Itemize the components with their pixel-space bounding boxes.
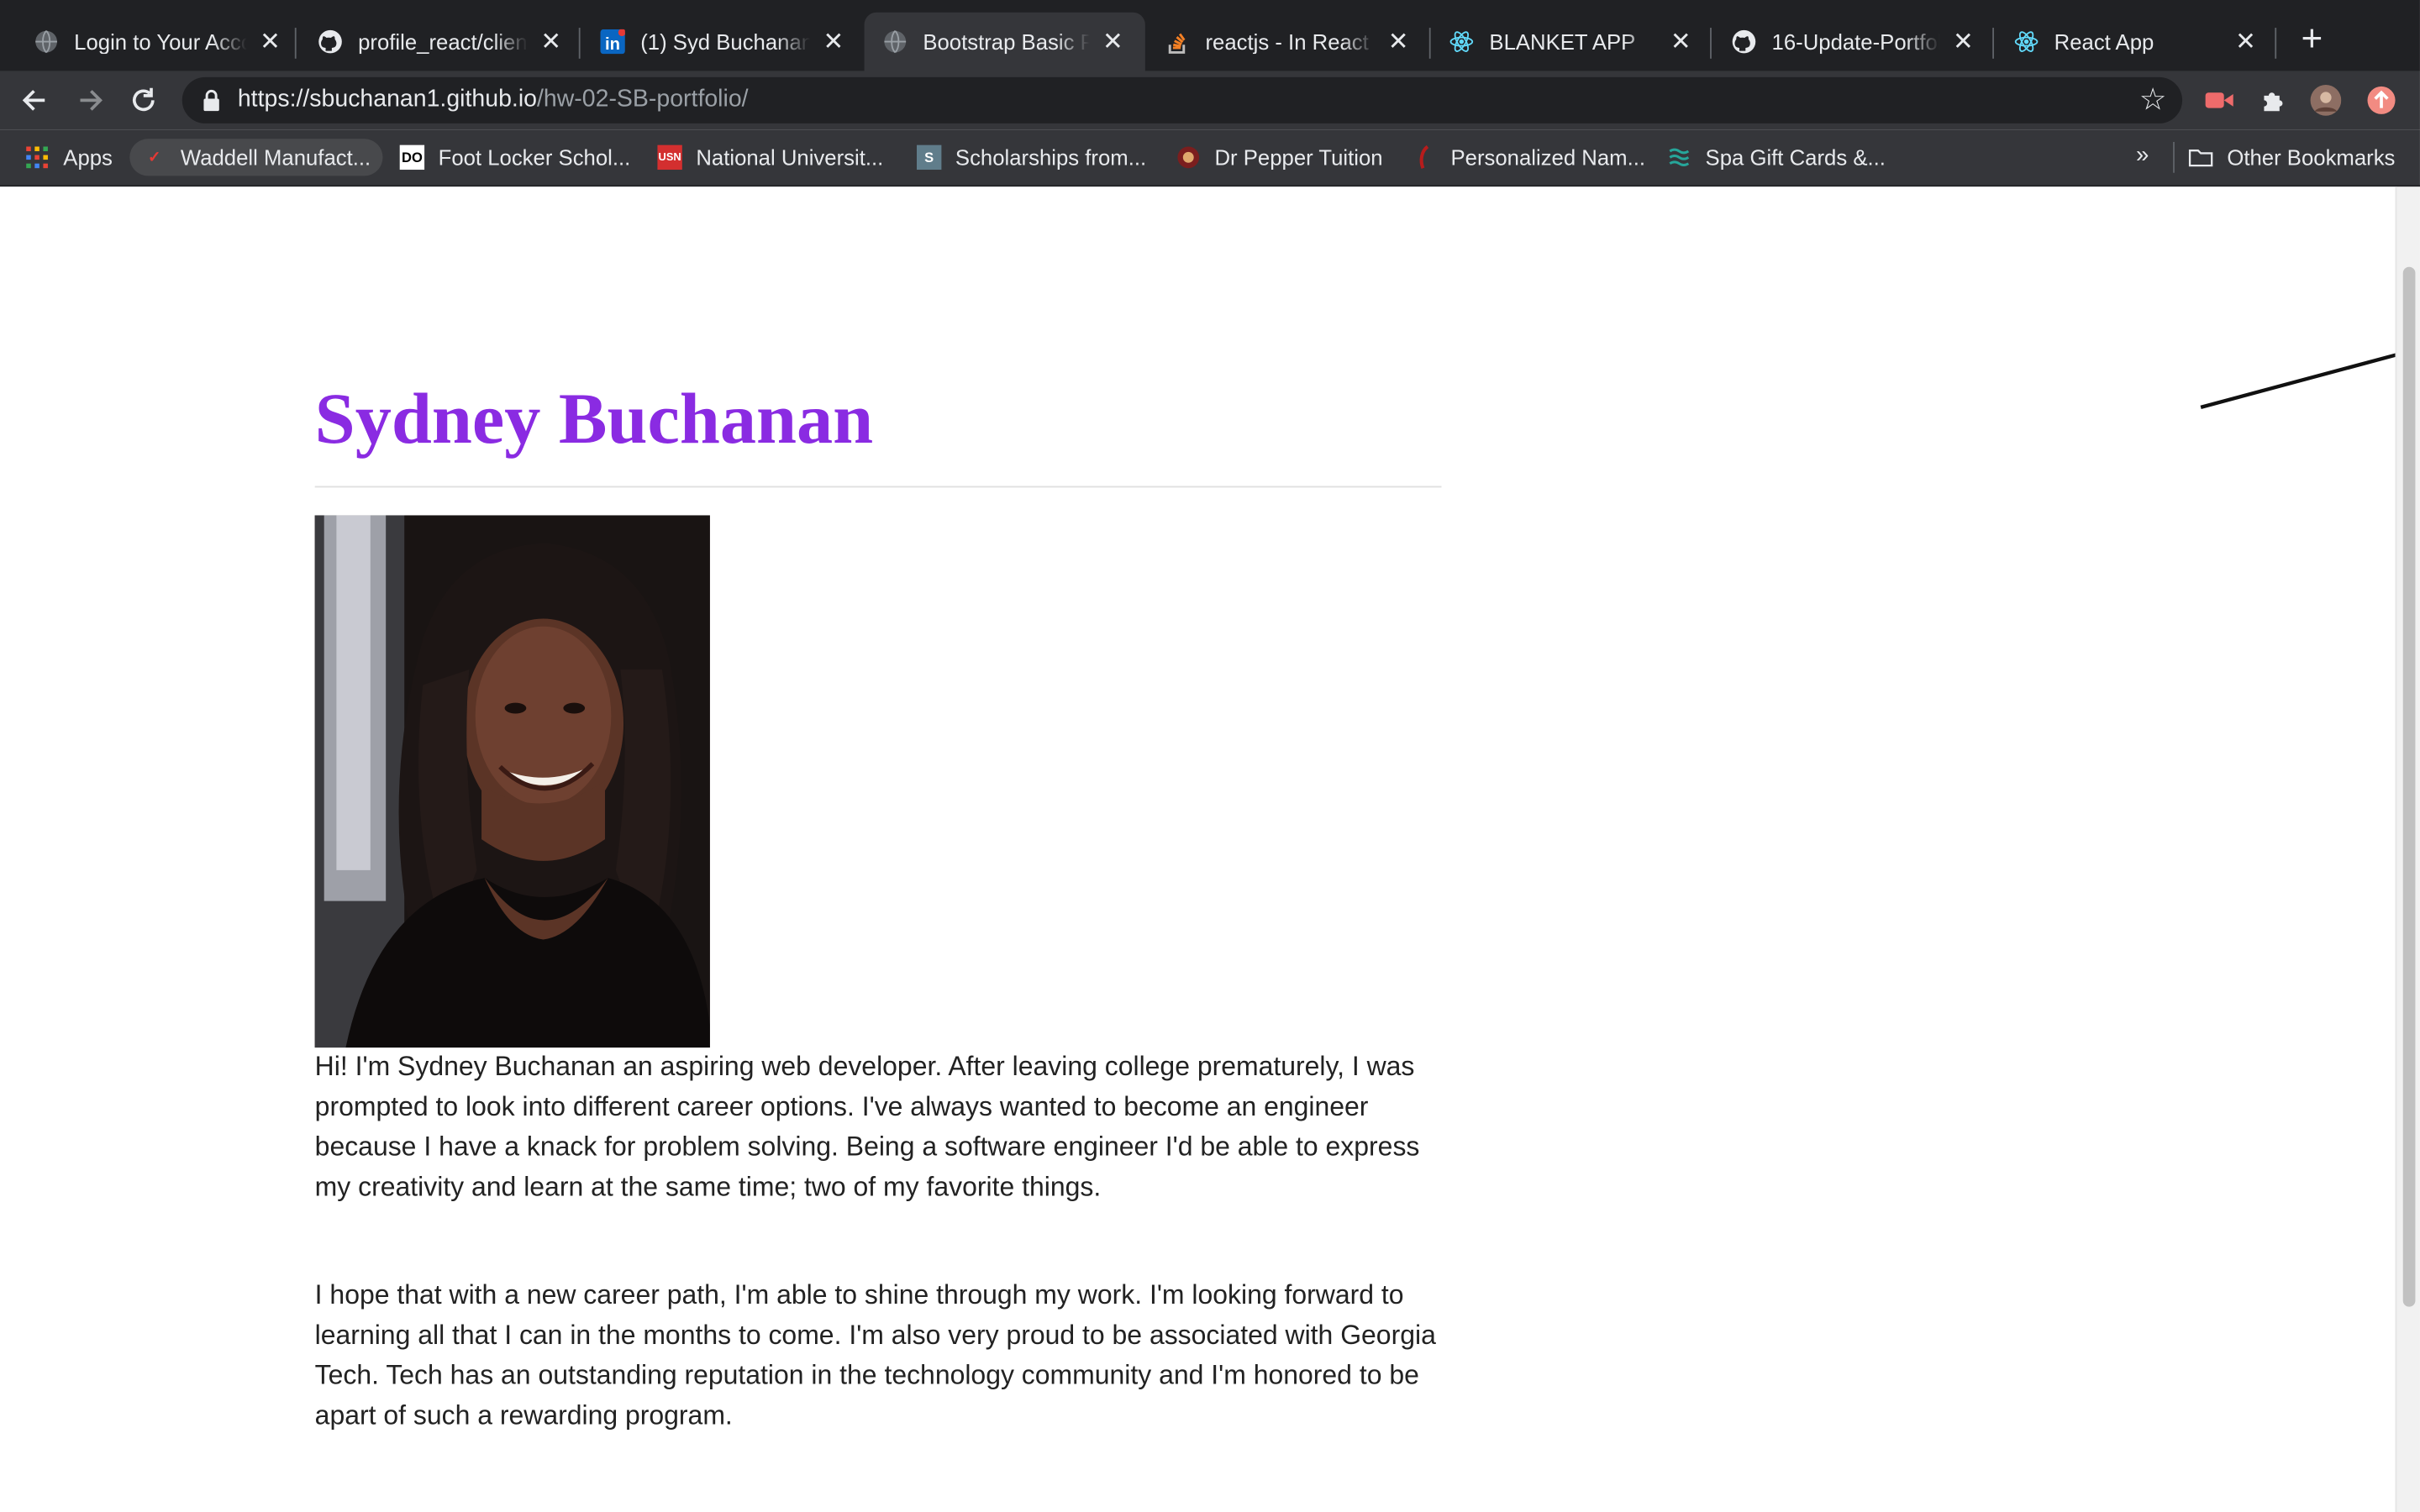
url-host: https://sbuchanan1.github.io	[237, 86, 537, 113]
bookmark-foot-locker[interactable]: DO Foot Locker Schol...	[387, 139, 643, 176]
bookmark-label: Apps	[63, 144, 113, 171]
globe-icon	[883, 29, 908, 54]
close-tab-icon[interactable]: ✕	[256, 28, 284, 55]
tab-title: 16-Update-Portfolio	[1771, 29, 1940, 55]
react-icon	[1449, 29, 1474, 54]
close-tab-icon[interactable]: ✕	[1949, 28, 1977, 55]
lock-icon	[201, 89, 223, 112]
bookmarks-divider	[2173, 141, 2175, 173]
bookmark-label: Dr Pepper Tuition	[1214, 144, 1383, 171]
close-tab-icon[interactable]: ✕	[537, 28, 565, 55]
bookmark-spa-gift-cards[interactable]: Spa Gift Cards &...	[1655, 139, 1898, 176]
tab-title: React App	[2054, 29, 2154, 55]
linkedin-icon: in	[600, 29, 625, 55]
tab-update-portfolio[interactable]: 16-Update-Portfolio ✕	[1713, 13, 1996, 71]
page-scrollbar[interactable]	[2395, 186, 2420, 1512]
extensions-puzzle-icon[interactable]	[2258, 85, 2289, 116]
bio-paragraph-2: I hope that with a new career path, I'm …	[314, 1278, 1436, 1431]
spa-icon	[1667, 145, 1691, 170]
close-tab-icon[interactable]: ✕	[2232, 28, 2260, 55]
tab-title: profile_react/client	[358, 29, 529, 55]
close-tab-icon[interactable]: ✕	[1667, 28, 1695, 55]
bookmark-apps[interactable]: Apps	[13, 139, 125, 176]
tab-linkedin[interactable]: in (1) Syd Buchanan | LinkedIn ✕	[581, 13, 865, 71]
usn-icon: USN	[657, 144, 682, 171]
tab-separator	[2275, 28, 2277, 59]
folder-icon	[2188, 145, 2213, 170]
more-bookmarks-chevron-icon[interactable]: »	[2136, 142, 2149, 168]
cast-extension-icon[interactable]	[2204, 85, 2235, 116]
drpepper-icon	[1176, 145, 1201, 170]
tab-bootstrap-portfolio[interactable]: Bootstrap Basic Portfolio ✕	[864, 12, 1145, 71]
tab-title: Login to Your Account	[74, 29, 247, 55]
tab-title: (1) Syd Buchanan | LinkedIn	[640, 29, 811, 55]
bookmark-label: Spa Gift Cards &...	[1705, 144, 1886, 171]
other-bookmarks[interactable]: Other Bookmarks	[2176, 139, 2407, 176]
tab-profile-react[interactable]: profile_react/client ✕	[299, 13, 583, 71]
url-text: https://sbuchanan1.github.io/hw-02-SB-po…	[238, 87, 749, 114]
tab-separator	[294, 28, 297, 59]
tab-separator	[578, 28, 581, 59]
arrow-right-icon	[80, 90, 103, 111]
svg-text:in: in	[605, 35, 620, 54]
scholarship-icon: S	[916, 144, 942, 171]
scrollbar-thumb[interactable]	[2402, 266, 2416, 1307]
bookmark-national-university[interactable]: USN National Universit...	[645, 139, 896, 176]
profile-avatar[interactable]	[2310, 85, 2342, 116]
tab-title: BLANKET APP	[1489, 29, 1636, 55]
globe-icon	[34, 29, 58, 54]
address-bar[interactable]: https://sbuchanan1.github.io/hw-02-SB-po…	[182, 76, 2183, 123]
close-tab-icon[interactable]: ✕	[1099, 28, 1127, 55]
arrow-left-icon	[22, 90, 45, 111]
tab-react-app[interactable]: React App ✕	[1996, 13, 2278, 71]
page-title: Sydney Buchanan	[314, 379, 874, 460]
back-button[interactable]	[15, 81, 55, 121]
bookmark-label: Foot Locker Schol...	[438, 144, 631, 171]
title-divider	[314, 486, 1442, 488]
bookmark-label: Waddell Manufact...	[180, 144, 371, 171]
react-icon	[2014, 29, 2039, 54]
tab-separator	[1710, 28, 1712, 59]
reload-button[interactable]	[124, 81, 164, 121]
profile-photo	[314, 515, 710, 1048]
tab-title: reactjs - In React	[1205, 29, 1369, 55]
bookmarks-bar: Apps ✓ Waddell Manufact... DO Foot Locke…	[0, 129, 2420, 187]
stackoverflow-icon	[1165, 29, 1190, 54]
bookmark-label: Scholarships from...	[955, 144, 1147, 171]
url-path: /hw-02-SB-portfolio/	[536, 86, 749, 113]
bookmark-label: Other Bookmarks	[2227, 144, 2396, 171]
decorative-line	[2200, 353, 2396, 410]
bookmark-scholarships[interactable]: S Scholarships from...	[904, 139, 1159, 176]
tab-strip: Login to Your Account ✕ profile_react/cl…	[0, 0, 2420, 71]
do-icon: DO	[399, 144, 425, 171]
bio-paragraph-1: Hi! I'm Sydney Buchanan an aspiring web …	[314, 1050, 1420, 1202]
github-icon	[318, 29, 342, 54]
bookmark-dr-pepper[interactable]: Dr Pepper Tuition	[1164, 139, 1395, 176]
reload-icon	[132, 87, 155, 112]
personalized-icon	[1413, 144, 1437, 170]
github-icon	[1732, 29, 1756, 54]
tab-login[interactable]: Login to Your Account ✕	[15, 13, 302, 71]
bookmark-label: Personalized Nam...	[1450, 144, 1646, 171]
apps-grid-icon	[24, 145, 49, 170]
tab-title: Bootstrap Basic Portfolio	[923, 29, 1089, 55]
bookmark-waddell[interactable]: ✓ Waddell Manufact...	[129, 139, 383, 176]
bookmark-personalized[interactable]: Personalized Nam...	[1400, 139, 1658, 176]
update-icon[interactable]	[2366, 85, 2397, 116]
page-viewport: Sydney Buchanan Hi! I'm Sydney Buchanan …	[0, 186, 2396, 1512]
close-tab-icon[interactable]: ✕	[819, 28, 847, 55]
new-tab-button[interactable]: +	[2293, 21, 2330, 59]
forward-button[interactable]	[70, 81, 110, 121]
browser-toolbar: https://sbuchanan1.github.io/hw-02-SB-po…	[0, 71, 2420, 130]
bookmark-star-icon[interactable]: ☆	[2139, 83, 2167, 117]
tab-blanket-app[interactable]: BLANKET APP ✕	[1431, 13, 1713, 71]
close-tab-icon[interactable]: ✕	[1385, 28, 1413, 55]
tab-separator	[1992, 28, 1995, 59]
waddell-icon: ✓	[147, 149, 161, 166]
tab-reactjs[interactable]: reactjs - In React ✕	[1147, 13, 1431, 71]
bookmark-label: National Universit...	[696, 144, 884, 171]
